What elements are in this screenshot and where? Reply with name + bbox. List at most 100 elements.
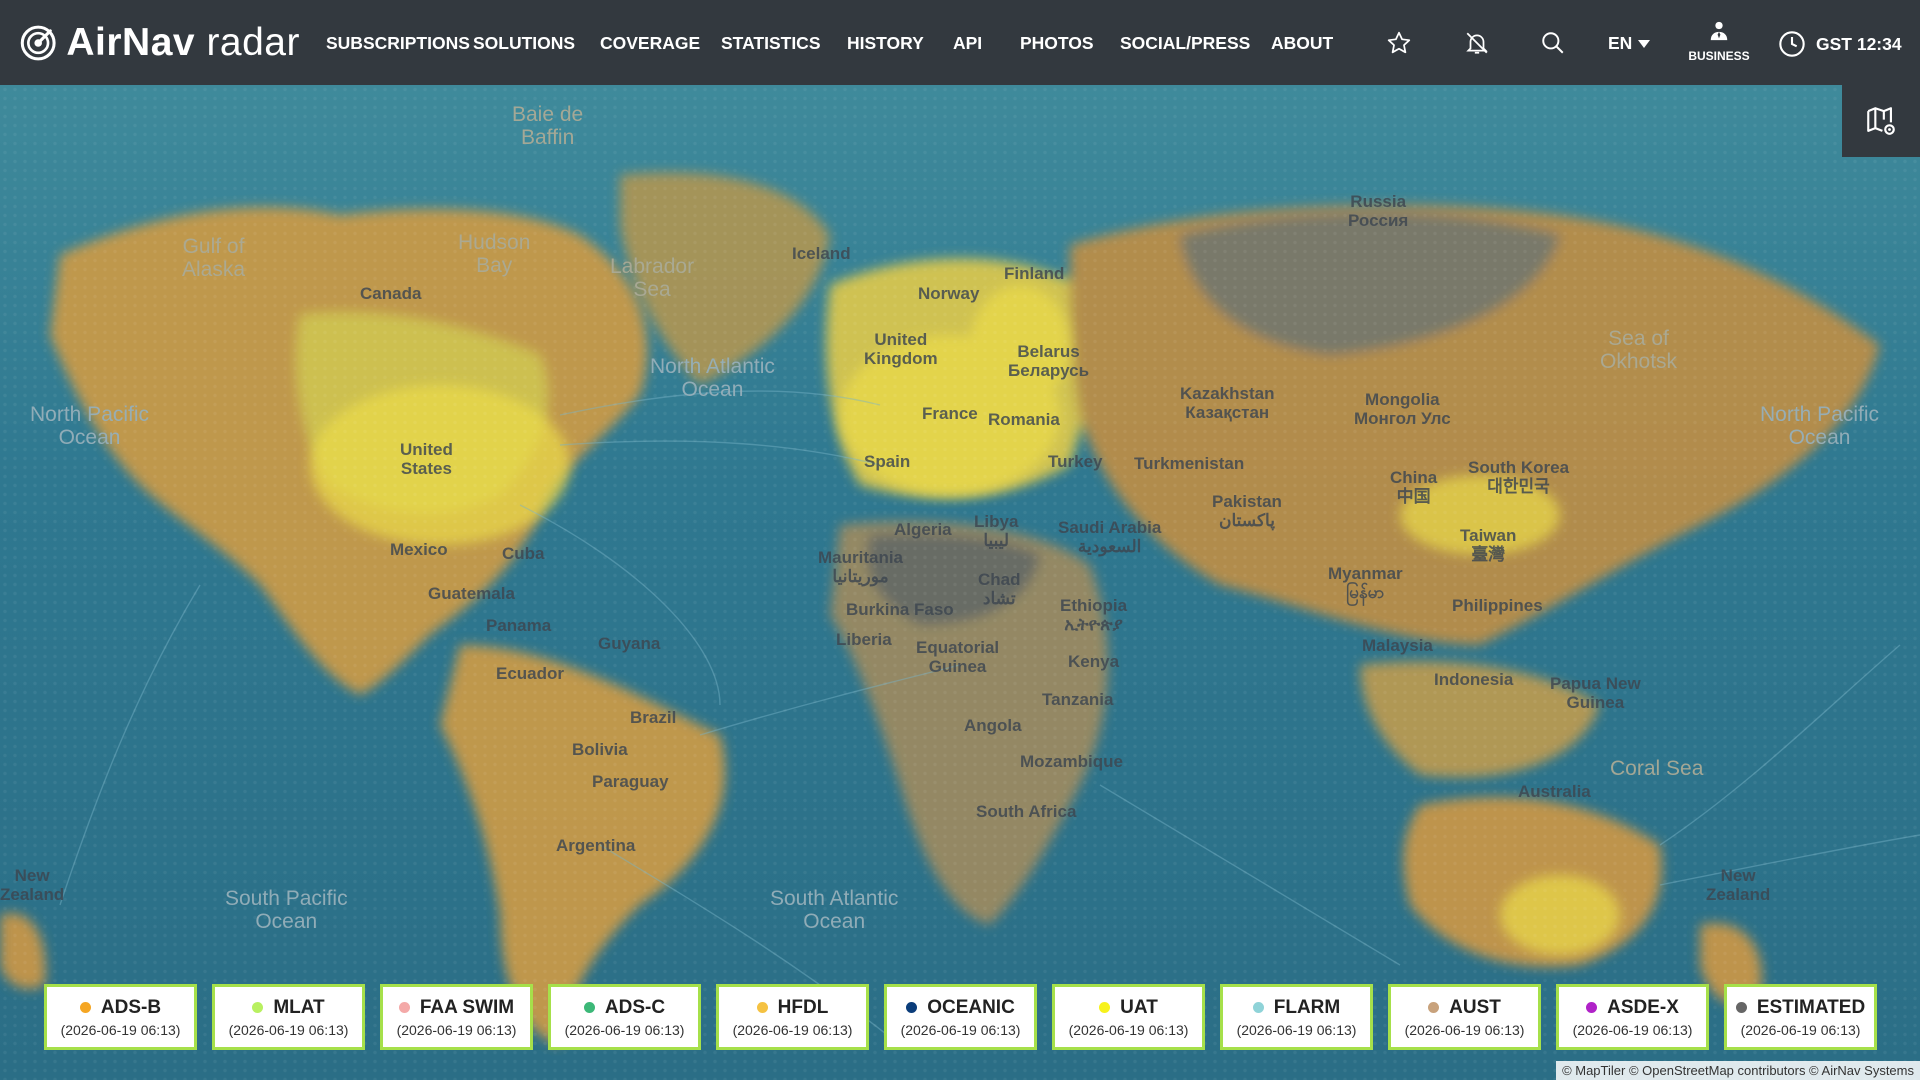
legend-hfdl[interactable]: HFDL (2026-06-19 06:13) — [716, 984, 869, 1050]
language-selector[interactable]: EN — [1608, 33, 1651, 54]
legend-label: UAT — [1120, 996, 1158, 1018]
country-label: Algeria — [894, 520, 952, 539]
country-label: Russia Россия — [1348, 192, 1409, 230]
search-icon[interactable] — [1536, 26, 1570, 60]
sea-label: Sea of Okhotsk — [1600, 327, 1678, 374]
country-label: Ethiopia ኢትዮጵያ — [1060, 596, 1128, 634]
legend-oceanic[interactable]: OCEANIC (2026-06-19 06:13) — [884, 984, 1037, 1050]
country-label: Romania — [988, 410, 1060, 429]
country-label: Kazakhstan Казақстан — [1180, 384, 1275, 422]
radar-logo-icon — [20, 25, 56, 60]
nav-history[interactable]: HISTORY — [847, 33, 924, 54]
country-label: Brazil — [630, 708, 677, 727]
nav-about[interactable]: ABOUT — [1271, 33, 1333, 54]
legend-color-dot — [79, 1002, 91, 1013]
country-label: Panama — [486, 616, 552, 635]
country-label: Guyana — [598, 634, 661, 653]
nav-api[interactable]: API — [953, 33, 982, 54]
data-source-legend: ADS-B (2026-06-19 06:13) MLAT (2026-06-1… — [44, 984, 1877, 1050]
sea-label: Gulf of Alaska — [182, 235, 246, 282]
legend-color-dot — [252, 1002, 264, 1013]
airnav-logo[interactable]: AirNav radar — [20, 19, 300, 67]
country-label: Paraguay — [592, 772, 669, 791]
legend-mlat[interactable]: MLAT (2026-06-19 06:13) — [212, 984, 365, 1050]
ocean-label: North Pacific Ocean — [30, 403, 150, 450]
country-label: China 中国 — [1390, 468, 1438, 506]
nav-statistics[interactable]: STATISTICS — [721, 33, 821, 54]
legend-color-dot — [398, 1002, 410, 1013]
legend-label: ADS-B — [100, 996, 162, 1018]
legend-label: AUST — [1449, 996, 1501, 1018]
legend-aust[interactable]: AUST (2026-06-19 06:13) — [1388, 984, 1541, 1050]
nav-solutions[interactable]: SOLUTIONS — [473, 33, 575, 54]
user-tie-icon — [1710, 21, 1728, 41]
ocean-label: North Pacific Ocean — [1760, 403, 1880, 450]
sea-label: Labrador Sea — [610, 255, 695, 302]
country-label: Angola — [964, 716, 1022, 735]
country-label: Mongolia Монгол Улс — [1354, 390, 1451, 428]
country-label: South Korea 대한민국 — [1468, 458, 1570, 496]
country-label: Canada — [360, 284, 422, 303]
legend-uat[interactable]: UAT (2026-06-19 06:13) — [1052, 984, 1205, 1050]
country-label: Pakistan پاکستان — [1212, 492, 1282, 530]
country-label: Cuba — [502, 544, 545, 563]
country-label: Iceland — [792, 244, 851, 263]
legend-timestamp: (2026-06-19 06:13) — [1236, 1021, 1357, 1038]
legend-flarm[interactable]: FLARM (2026-06-19 06:13) — [1220, 984, 1373, 1050]
country-label: France — [922, 404, 978, 423]
country-label: Kenya — [1068, 652, 1120, 671]
country-label: Tanzania — [1042, 690, 1114, 709]
country-label: Equatorial Guinea — [916, 638, 1000, 676]
country-label: Turkey — [1048, 452, 1103, 471]
country-label: Papua New Guinea — [1550, 674, 1641, 712]
clock-icon — [1779, 31, 1805, 57]
country-label: Mexico — [390, 540, 448, 559]
legend-color-dot — [1735, 1002, 1747, 1013]
country-label: Taiwan 臺灣 — [1460, 526, 1517, 564]
nav-social-press[interactable]: SOCIAL/PRESS — [1120, 33, 1250, 54]
time-display[interactable]: GST 12:34 — [1778, 30, 1902, 58]
top-navigation-bar: AirNav radar SUBSCRIPTIONS SOLUTIONS COV… — [0, 0, 1920, 85]
legend-timestamp: (2026-06-19 06:13) — [1740, 1021, 1861, 1038]
nav-photos[interactable]: PHOTOS — [1020, 33, 1094, 54]
country-label: Argentina — [556, 836, 636, 855]
country-label: Liberia — [836, 630, 892, 649]
legend-label: OCEANIC — [927, 996, 1015, 1018]
country-label: United Kingdom — [864, 330, 938, 368]
legend-ads-c[interactable]: ADS-C (2026-06-19 06:13) — [548, 984, 701, 1050]
legend-timestamp: (2026-06-19 06:13) — [1068, 1021, 1189, 1038]
legend-color-dot — [583, 1002, 595, 1013]
nav-coverage[interactable]: COVERAGE — [600, 33, 700, 54]
legend-faa-swim[interactable]: FAA SWIM (2026-06-19 06:13) — [380, 984, 533, 1050]
country-label: New Zealand — [0, 866, 65, 904]
country-label: Turkmenistan — [1134, 454, 1245, 473]
legend-color-dot — [1428, 1002, 1440, 1013]
favorites-star-icon[interactable] — [1382, 26, 1416, 60]
ocean-label: North Atlantic Ocean — [650, 355, 775, 402]
legend-color-dot — [756, 1002, 768, 1013]
country-label: Ecuador — [496, 664, 565, 683]
country-label: Chad تشاد — [978, 570, 1021, 608]
sea-label: Baie de Baffin — [512, 103, 584, 150]
country-label: Finland — [1004, 264, 1065, 283]
legend-label: ESTIMATED — [1756, 996, 1866, 1018]
legend-timestamp: (2026-06-19 06:13) — [396, 1021, 517, 1038]
legend-asde-x[interactable]: ASDE-X (2026-06-19 06:13) — [1556, 984, 1709, 1050]
legend-label: MLAT — [273, 996, 325, 1018]
legend-timestamp: (2026-06-19 06:13) — [60, 1021, 181, 1038]
map-attribution[interactable]: © MapTiler © OpenStreetMap contributors … — [1556, 1061, 1920, 1080]
legend-color-dot — [1586, 1002, 1598, 1013]
map-layers-settings-button[interactable] — [1842, 85, 1920, 157]
legend-estimated[interactable]: ESTIMATED (2026-06-19 06:13) — [1724, 984, 1877, 1050]
coverage-map[interactable]: North Pacific Ocean North Atlantic Ocean S… — [0, 85, 1920, 1080]
legend-label: ADS-C — [604, 996, 666, 1018]
country-label: Libya ليبيا — [974, 512, 1019, 550]
legend-label: HFDL — [777, 996, 829, 1018]
business-account-button[interactable]: BUSINESS — [1682, 20, 1756, 63]
legend-timestamp: (2026-06-19 06:13) — [564, 1021, 685, 1038]
legend-ads-b[interactable]: ADS-B (2026-06-19 06:13) — [44, 984, 197, 1050]
country-label: Philippines — [1452, 596, 1543, 615]
country-label: Burkina Faso — [846, 600, 954, 619]
notifications-off-bell-icon[interactable] — [1460, 26, 1494, 60]
nav-subscriptions[interactable]: SUBSCRIPTIONS — [326, 33, 470, 54]
